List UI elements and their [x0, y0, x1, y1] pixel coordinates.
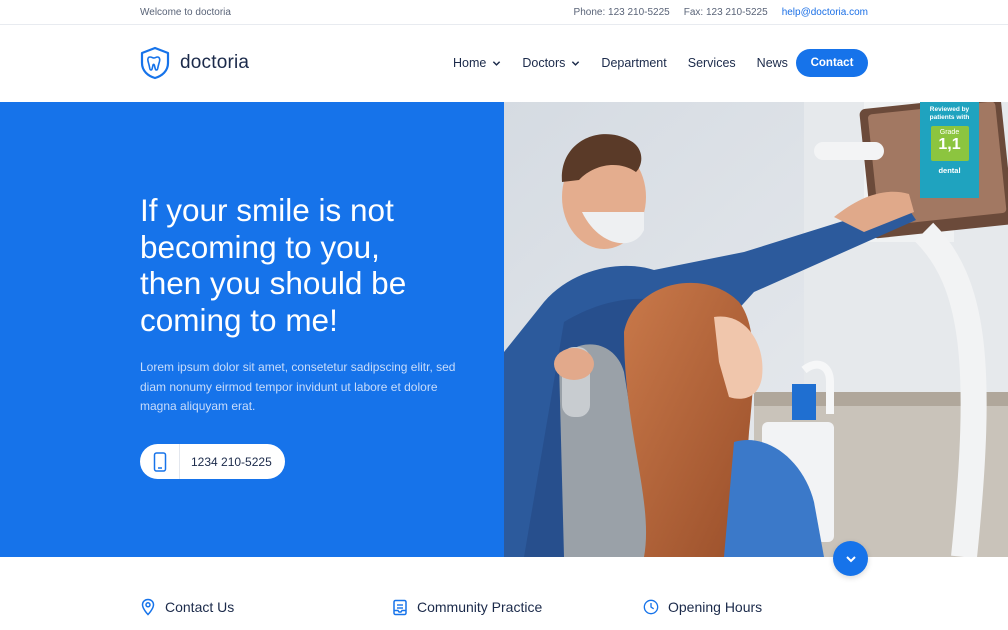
nav-item-home[interactable]: Home: [453, 56, 501, 70]
welcome-text: Welcome to doctoria: [140, 7, 231, 18]
clipboard-icon: [393, 599, 407, 616]
chevron-down-icon: [493, 60, 501, 66]
info-opening-hours[interactable]: Opening Hours: [643, 598, 762, 616]
nav-item-doctors[interactable]: Doctors: [522, 56, 580, 70]
clock-icon: [643, 599, 659, 615]
top-phone: Phone: 123 210-5225: [573, 7, 670, 18]
site-header: doctoria Home Doctors Department Service…: [0, 25, 1008, 102]
hero-paragraph: Lorem ipsum dolor sit amet, consetetur s…: [140, 360, 456, 413]
headline-line: then you should be: [140, 265, 407, 301]
nav-item-news[interactable]: News: [757, 56, 788, 70]
review-badge[interactable]: Reviewed by patients with Grade 1,1 dent…: [920, 102, 979, 198]
nav-item-label: Doctors: [522, 56, 566, 70]
nav-item-department[interactable]: Department: [601, 56, 666, 70]
info-hours-label: Opening Hours: [668, 599, 763, 615]
headline-line: coming to me!: [140, 301, 338, 338]
top-fax: Fax: 123 210-5225: [683, 7, 768, 18]
phone-number: 1234 210-5225: [191, 454, 272, 469]
top-contact-info: Phone: 123 210-5225 Fax: 123 210-5225 he…: [574, 7, 868, 18]
brand-name: doctoria: [180, 52, 250, 73]
hero-headline: If your smile is not becoming to you, th…: [140, 192, 480, 338]
contact-button[interactable]: Contact: [796, 49, 868, 77]
badge-grade-box: Grade 1,1: [930, 126, 969, 161]
badge-brand: dental: [938, 166, 961, 175]
headline-line: becoming to you,: [140, 228, 380, 265]
info-community-practice[interactable]: Community Practice: [392, 598, 542, 616]
headline-line: If your smile is not: [140, 192, 394, 228]
badge-grade-value: 1,1: [938, 136, 961, 153]
mobile-phone-icon: [153, 451, 166, 472]
info-contact-us[interactable]: Contact Us: [140, 598, 234, 616]
main-nav: Home Doctors Department Services News: [453, 56, 809, 70]
top-bar: Welcome to doctoria Phone: 123 210-5225 …: [0, 0, 1008, 25]
top-email-link[interactable]: help@doctoria.com: [782, 7, 868, 18]
badge-grade-label: Grade: [939, 129, 960, 136]
info-contact-label: Contact Us: [165, 599, 235, 615]
map-pin-icon: [141, 598, 155, 616]
nav-item-label: News: [756, 56, 788, 70]
chevron-down-icon: [845, 555, 856, 562]
nav-item-label: Department: [601, 56, 667, 70]
info-community-label: Community Practice: [417, 599, 543, 615]
scroll-down-button[interactable]: [833, 541, 868, 576]
tooth-shield-icon: [140, 46, 170, 80]
hero-section: If your smile is not becoming to you, th…: [0, 102, 504, 557]
nav-item-label: Services: [687, 56, 736, 70]
chevron-down-icon: [572, 60, 580, 66]
badge-caption: Reviewed by patients with: [929, 106, 970, 121]
site-logo[interactable]: doctoria: [139, 46, 249, 80]
nav-item-services[interactable]: Services: [688, 56, 736, 70]
nav-item-label: Home: [453, 56, 487, 70]
phone-call-button[interactable]: 1234 210-5225: [140, 444, 285, 479]
